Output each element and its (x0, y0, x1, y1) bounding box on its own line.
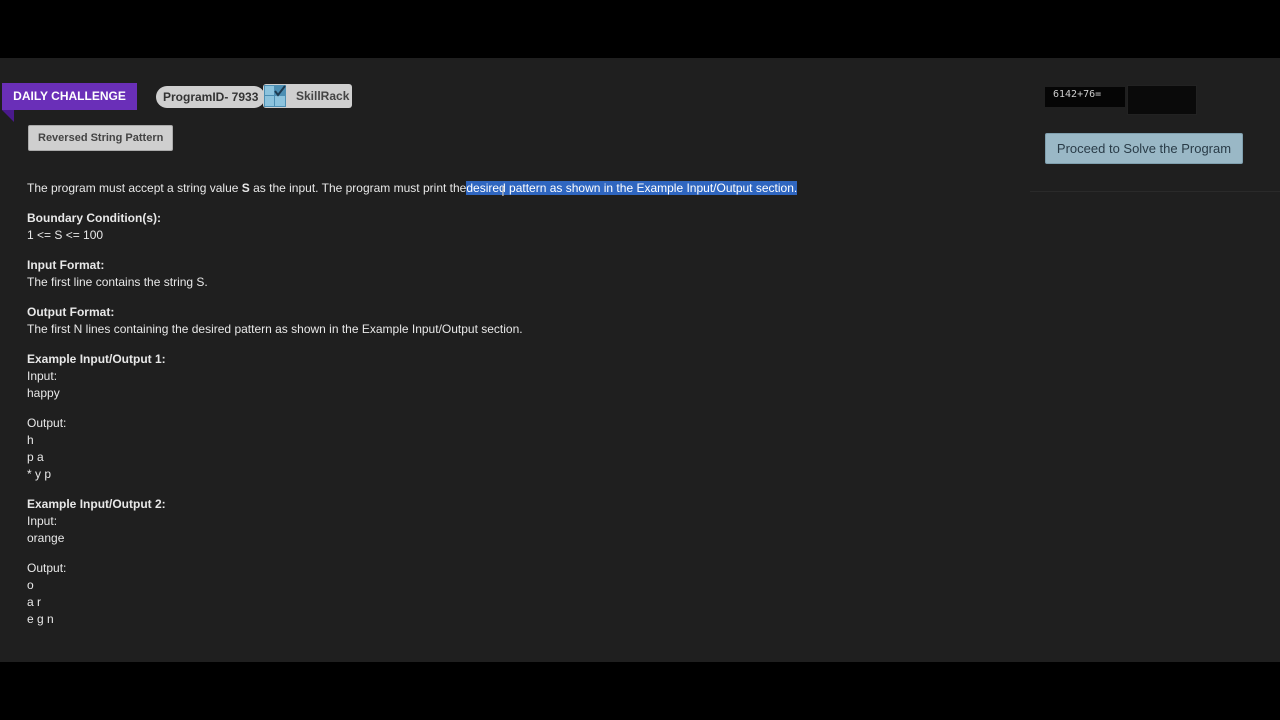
output-format-title: Output Format: (27, 305, 115, 319)
example-2-output-label: Output: (27, 561, 67, 575)
intro-text-before: The program must accept a string value (27, 181, 242, 195)
intro-text-middle: as the input. The program must print the (249, 181, 467, 195)
skillrack-badge[interactable]: SkillRack (263, 84, 352, 108)
example-2-input-value: orange (27, 531, 65, 545)
boundary-text: 1 <= S <= 100 (27, 228, 104, 242)
example-2-input-section: Example Input/Output 2: Input: orange (27, 496, 1017, 547)
example-1-input-label: Input: (27, 369, 58, 383)
input-format-text: The first line contains the string S. (27, 275, 208, 289)
boundary-title: Boundary Condition(s): (27, 211, 161, 225)
example-1-input-section: Example Input/Output 1: Input: happy (27, 351, 1017, 402)
example-2-title: Example Input/Output 2: (27, 497, 166, 511)
selected-text-highlight[interactable]: desired pattern as shown in the Example … (466, 181, 798, 195)
example-2-output-line: e g n (27, 612, 54, 626)
problem-intro: The program must accept a string value S… (27, 180, 1017, 197)
captcha-answer-input[interactable] (1127, 85, 1197, 115)
problem-title-tag: Reversed String Pattern (28, 125, 174, 151)
skillrack-label: SkillRack (296, 89, 350, 103)
example-1-title: Example Input/Output 1: (27, 352, 166, 366)
proceed-button[interactable]: Proceed to Solve the Program (1045, 133, 1243, 164)
skillrack-logo-icon (264, 85, 286, 107)
example-2-output-line: a r (27, 595, 42, 609)
example-1-output-line: p a (27, 450, 44, 464)
example-2-output-section: Output: o a r e g n (27, 560, 1017, 628)
boundary-section: Boundary Condition(s): 1 <= S <= 100 (27, 210, 1017, 244)
daily-challenge-ribbon: DAILY CHALLENGE (2, 83, 137, 110)
example-2-input-label: Input: (27, 514, 58, 528)
app-window: DAILY CHALLENGE ProgramID- 7933 SkillRac… (0, 58, 1280, 662)
divider (1030, 191, 1280, 192)
text-cursor-icon: I (501, 183, 505, 199)
input-format-title: Input Format: (27, 258, 105, 272)
output-format-section: Output Format: The first N lines contain… (27, 304, 1017, 338)
captcha-question: 6142+76= (1045, 87, 1125, 107)
input-format-section: Input Format: The first line contains th… (27, 257, 1017, 291)
example-1-output-line: * y p (27, 467, 52, 481)
problem-statement: The program must accept a string value S… (27, 180, 1017, 641)
program-id-badge: ProgramID- 7933 (156, 86, 266, 108)
example-1-output-label: Output: (27, 416, 67, 430)
output-format-text: The first N lines containing the desired… (27, 322, 523, 336)
example-1-input-value: happy (27, 386, 60, 400)
example-2-output-line: o (27, 578, 34, 592)
ribbon-fold (2, 110, 14, 122)
intro-variable: S (241, 181, 250, 195)
example-1-output-section: Output: h p a * y p (27, 415, 1017, 483)
example-1-output-line: h (27, 433, 34, 447)
